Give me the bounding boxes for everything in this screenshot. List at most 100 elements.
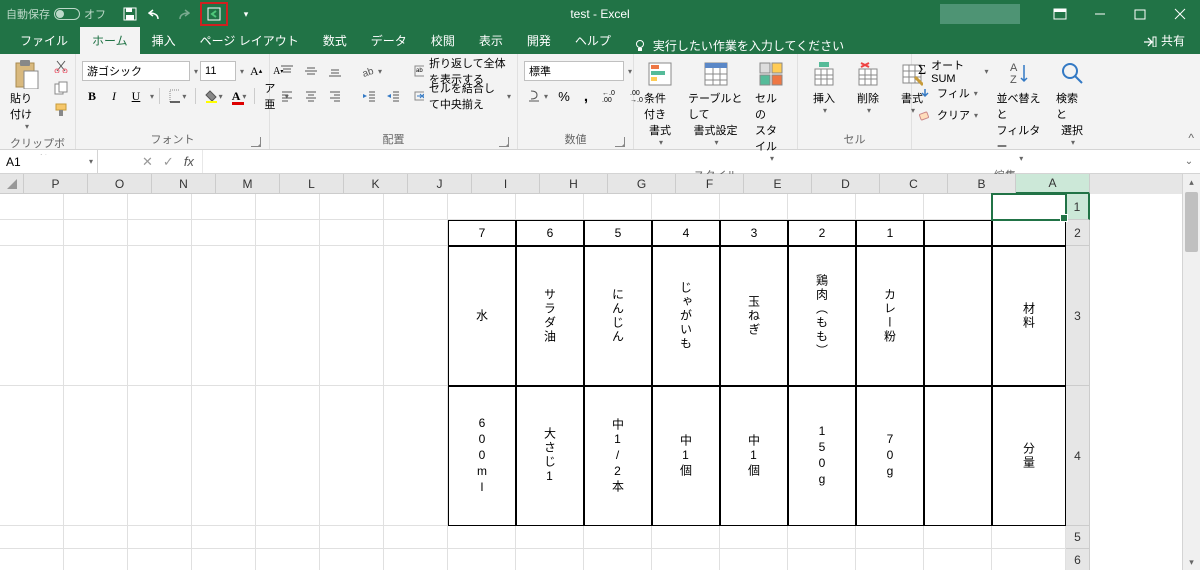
col-header-B[interactable]: B <box>948 174 1016 194</box>
scroll-down-icon[interactable]: ▾ <box>1183 554 1200 570</box>
cancel-formula-icon[interactable]: ✕ <box>142 154 153 170</box>
ribbon-display-options-icon[interactable] <box>1040 0 1080 28</box>
bold-button[interactable]: B <box>82 86 102 106</box>
tab-insert[interactable]: 挿入 <box>140 27 188 54</box>
align-center-icon[interactable] <box>300 86 322 106</box>
cell-L2[interactable] <box>256 220 320 246</box>
cell-F5[interactable] <box>652 526 720 549</box>
sort-filter-button[interactable]: AZ 並べ替えとフィルター▾ <box>993 56 1048 165</box>
cell-D1[interactable] <box>788 194 856 220</box>
font-name-select[interactable] <box>82 61 190 81</box>
name-box-input[interactable] <box>6 155 91 169</box>
cell-M4[interactable] <box>192 386 256 526</box>
cell-J5[interactable] <box>384 526 448 549</box>
cell-P4[interactable] <box>0 386 64 526</box>
cell-J4[interactable] <box>384 386 448 526</box>
maximize-icon[interactable] <box>1120 0 1160 28</box>
cut-icon[interactable] <box>50 56 72 76</box>
cell-A3[interactable]: 材料 <box>992 246 1066 386</box>
row-header-3[interactable]: 3 <box>1066 246 1090 386</box>
copy-icon[interactable] <box>50 78 72 98</box>
cell-P6[interactable] <box>0 549 64 570</box>
comma-icon[interactable]: , <box>576 86 596 106</box>
cell-L3[interactable] <box>256 246 320 386</box>
collapse-ribbon-icon[interactable]: ^ <box>1188 131 1194 145</box>
cell-P5[interactable] <box>0 526 64 549</box>
tab-developer[interactable]: 開発 <box>515 27 563 54</box>
fill-color-icon[interactable]: ▾ <box>201 86 226 106</box>
cell-C6[interactable] <box>856 549 924 570</box>
cell-A6[interactable] <box>992 549 1066 570</box>
percent-icon[interactable]: % <box>554 86 574 106</box>
cell-I1[interactable] <box>448 194 516 220</box>
orientation-icon[interactable]: ab▾ <box>358 61 386 81</box>
tab-home[interactable]: ホーム <box>80 27 140 54</box>
cell-N2[interactable] <box>128 220 192 246</box>
select-all-corner[interactable] <box>0 174 24 194</box>
cell-K2[interactable] <box>320 220 384 246</box>
tab-data[interactable]: データ <box>359 27 419 54</box>
enter-formula-icon[interactable]: ✓ <box>163 154 174 170</box>
col-header-K[interactable]: K <box>344 174 408 194</box>
cell-K3[interactable] <box>320 246 384 386</box>
autosum-button[interactable]: Σ オート SUM ▾ <box>918 60 989 82</box>
cell-styles-button[interactable]: セルのスタイル▾ <box>751 56 791 165</box>
align-middle-icon[interactable] <box>300 61 322 81</box>
cell-G3[interactable]: にんじん <box>584 246 652 386</box>
cell-D2[interactable]: 2 <box>788 220 856 246</box>
cell-H3[interactable]: サラダ油 <box>516 246 584 386</box>
cell-N1[interactable] <box>128 194 192 220</box>
cell-K5[interactable] <box>320 526 384 549</box>
align-left-icon[interactable] <box>276 86 298 106</box>
paste-button[interactable]: 貼り付け ▾ <box>6 56 46 133</box>
cell-G6[interactable] <box>584 549 652 570</box>
cell-M3[interactable] <box>192 246 256 386</box>
col-header-F[interactable]: F <box>676 174 744 194</box>
cell-C2[interactable]: 1 <box>856 220 924 246</box>
col-header-D[interactable]: D <box>812 174 880 194</box>
cell-F1[interactable] <box>652 194 720 220</box>
col-header-P[interactable]: P <box>24 174 88 194</box>
cell-G1[interactable] <box>584 194 652 220</box>
cell-A4[interactable]: 分量 <box>992 386 1066 526</box>
cell-B6[interactable] <box>924 549 992 570</box>
col-header-L[interactable]: L <box>280 174 344 194</box>
cell-H5[interactable] <box>516 526 584 549</box>
cell-B1[interactable] <box>924 194 992 220</box>
cell-I5[interactable] <box>448 526 516 549</box>
underline-button[interactable]: U <box>126 86 146 106</box>
cell-I4[interactable]: 600ml <box>448 386 516 526</box>
cell-P2[interactable] <box>0 220 64 246</box>
cell-A2[interactable] <box>992 220 1066 246</box>
cell-L6[interactable] <box>256 549 320 570</box>
auto-save-toggle[interactable]: 自動保存 オフ <box>6 6 106 22</box>
minimize-icon[interactable] <box>1080 0 1120 28</box>
col-header-N[interactable]: N <box>152 174 216 194</box>
accounting-format-icon[interactable]: ▾ <box>524 86 552 106</box>
cell-E4[interactable]: 中1個 <box>720 386 788 526</box>
cell-G4[interactable]: 中1/2本 <box>584 386 652 526</box>
cell-J2[interactable] <box>384 220 448 246</box>
cell-C5[interactable] <box>856 526 924 549</box>
cell-O5[interactable] <box>64 526 128 549</box>
cell-L1[interactable] <box>256 194 320 220</box>
share-button[interactable]: 共有 <box>1138 27 1190 54</box>
col-header-A[interactable]: A <box>1016 174 1090 194</box>
cell-F6[interactable] <box>652 549 720 570</box>
cell-E2[interactable]: 3 <box>720 220 788 246</box>
borders-icon[interactable]: ▾ <box>165 86 190 106</box>
cell-B2[interactable] <box>924 220 992 246</box>
cell-D5[interactable] <box>788 526 856 549</box>
cell-M6[interactable] <box>192 549 256 570</box>
cell-F4[interactable]: 中1個 <box>652 386 720 526</box>
tab-view[interactable]: 表示 <box>467 27 515 54</box>
cell-M5[interactable] <box>192 526 256 549</box>
font-dialog-launcher[interactable] <box>251 137 261 147</box>
cell-P1[interactable] <box>0 194 64 220</box>
clear-button[interactable]: クリア ▾ <box>918 104 989 126</box>
cell-H2[interactable]: 6 <box>516 220 584 246</box>
row-header-4[interactable]: 4 <box>1066 386 1090 526</box>
increase-indent-icon[interactable] <box>382 86 404 106</box>
row-header-1[interactable]: 1 <box>1066 194 1090 220</box>
tab-page-layout[interactable]: ページ レイアウト <box>188 27 311 54</box>
